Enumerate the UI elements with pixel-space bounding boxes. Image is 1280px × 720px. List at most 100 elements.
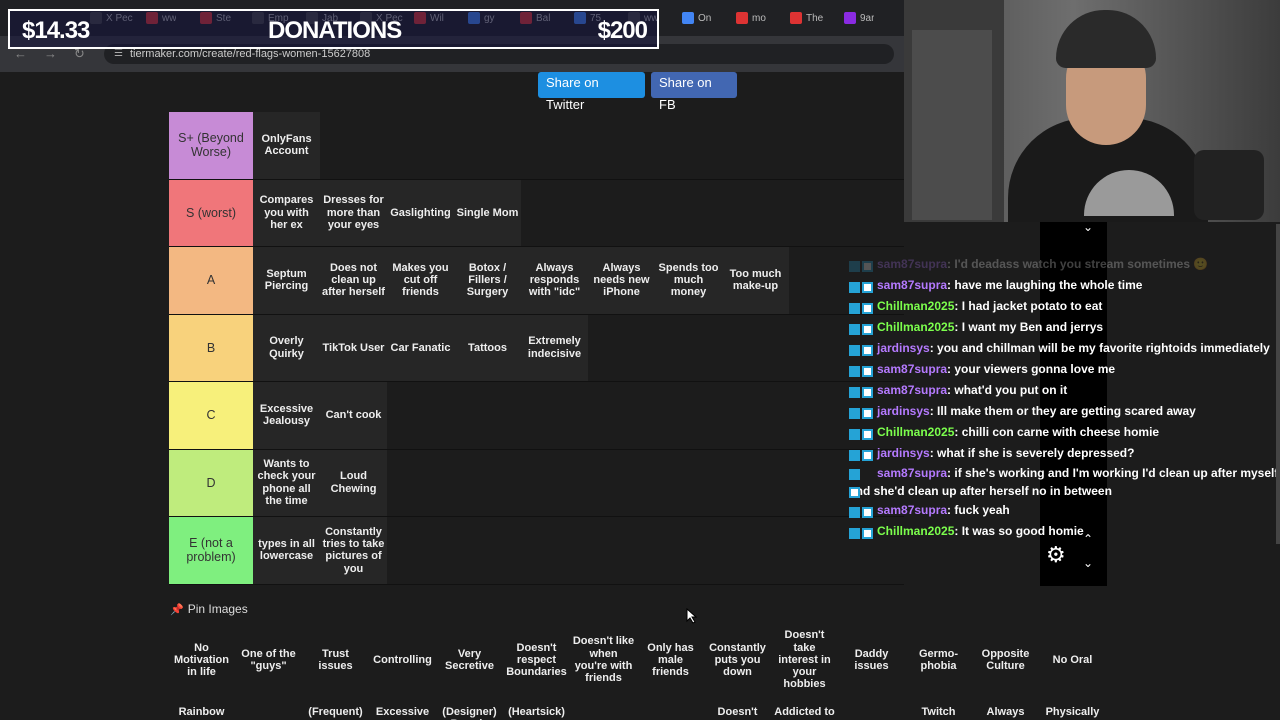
pool-item[interactable]: Controlling <box>369 624 436 696</box>
pool-item[interactable]: (Frequent) <box>302 704 369 720</box>
chat-username[interactable]: sam87supra <box>877 278 947 292</box>
tier-item[interactable]: OnlyFans Account <box>253 112 320 179</box>
tier-item[interactable]: Gaslighting <box>387 179 454 246</box>
tier-label[interactable]: C <box>169 382 253 449</box>
pool-item[interactable]: Very Secretive <box>436 624 503 696</box>
tier-label[interactable]: D <box>169 449 253 516</box>
pool-item[interactable]: Daddy issues <box>838 624 905 696</box>
pool-item[interactable]: Doesn't <box>704 704 771 720</box>
pool-item[interactable]: Doesn't take interest in your hobbies <box>771 624 838 696</box>
browser-tab[interactable]: mo <box>736 8 766 28</box>
pool-item[interactable] <box>570 704 637 720</box>
pool-item[interactable] <box>838 704 905 720</box>
chat-scrollbar[interactable] <box>1276 224 1280 544</box>
pool-item[interactable]: Always <box>972 704 1039 720</box>
tier-label[interactable]: S (worst) <box>169 179 253 246</box>
chat-badge-icon <box>849 363 873 378</box>
tab-favicon-icon <box>844 12 856 24</box>
pool-item[interactable]: Trust issues <box>302 624 369 696</box>
donation-title: DONATIONS <box>268 17 402 44</box>
chat-username[interactable]: Chillman2025 <box>877 320 954 334</box>
pool-item[interactable]: No Oral <box>1039 624 1106 696</box>
tier-item[interactable]: Always responds with "idc" <box>521 247 588 314</box>
tier-item[interactable]: Does not clean up after herself <box>320 247 387 314</box>
pool-item[interactable]: Doesn't respect Boundaries <box>503 624 570 696</box>
tier-item[interactable]: Septum Piercing <box>253 247 320 314</box>
tier-row-b: B Overly Quirky TikTok User Car Fanatic Tatt… <box>169 314 904 382</box>
pool-item[interactable]: Doesn't like when you're with friends <box>570 624 637 696</box>
chat-message: Chillman2025: I had jacket potato to eat <box>849 296 1280 317</box>
chat-text: : chilli con carne with cheese homie <box>954 425 1160 439</box>
chat-username[interactable]: Chillman2025 <box>877 299 954 313</box>
tier-label[interactable]: B <box>169 314 253 381</box>
chevron-up-icon[interactable]: ⌃ <box>1083 532 1093 546</box>
tier-label[interactable]: S+ (Beyond Worse) <box>169 112 253 179</box>
tier-item[interactable]: Overly Quirky <box>253 314 320 381</box>
pool-item[interactable]: No Motivation in life <box>168 624 235 696</box>
chevron-down-icon[interactable]: ⌄ <box>1083 556 1093 570</box>
share-twitter-button[interactable]: Share on Twitter <box>538 72 645 112</box>
chat-text: : have me laughing the whole time <box>947 278 1143 292</box>
chat-username[interactable]: jardinsys <box>877 446 930 460</box>
pool-item[interactable] <box>637 704 704 720</box>
tier-row-c: C Excessive Jealousy Can't cook <box>169 382 904 450</box>
tier-item[interactable]: Compares you with her ex <box>253 179 320 246</box>
tier-item[interactable]: Car Fanatic <box>387 314 454 381</box>
pool-item[interactable]: One of the "guys" <box>235 624 302 696</box>
tab-label: The <box>806 12 824 24</box>
chat-overlay: sam87supra: I'd deadass watch you stream… <box>849 254 1280 542</box>
tier-item[interactable]: Botox / Fillers / Surgery <box>454 247 521 314</box>
pool-item[interactable]: Germo-phobia <box>905 624 972 696</box>
chat-username[interactable]: sam87supra <box>877 257 947 271</box>
tier-item[interactable]: Always needs new iPhone <box>588 247 655 314</box>
chat-text: : I'd deadass watch you stream sometimes… <box>947 257 1209 271</box>
tier-item[interactable]: Loud Chewing <box>320 449 387 516</box>
pool-item[interactable]: Rainbow <box>168 704 235 720</box>
tier-item[interactable]: Too much make-up <box>722 247 789 314</box>
url-text: tiermaker.com/create/red-flags-women-156… <box>130 48 371 60</box>
browser-tab[interactable]: On <box>682 8 711 28</box>
pool-item[interactable]: Only has male friends <box>637 624 704 696</box>
gear-icon[interactable]: ⚙ <box>1046 542 1066 568</box>
tier-label[interactable]: A <box>169 247 253 314</box>
browser-tab[interactable]: The <box>790 8 823 28</box>
mouse-cursor-icon <box>686 608 698 624</box>
tier-item[interactable]: Extremely indecisive <box>521 314 588 381</box>
share-fb-button[interactable]: Share on FB <box>651 72 737 112</box>
tier-item[interactable]: Constantly tries to take pictures of you <box>320 517 387 584</box>
tab-favicon-icon <box>736 12 748 24</box>
pin-images-toggle[interactable]: 📌 Pin Images <box>170 602 248 616</box>
pool-item[interactable]: Twitch <box>905 704 972 720</box>
tier-item[interactable]: Single Mom <box>454 179 521 246</box>
browser-tab[interactable]: 9ar <box>844 8 874 28</box>
tier-item[interactable]: Tattoos <box>454 314 521 381</box>
tier-item[interactable]: Can't cook <box>320 382 387 449</box>
tier-item[interactable]: Makes you cut off friends <box>387 247 454 314</box>
pool-item[interactable]: Constantly puts you down <box>704 624 771 696</box>
chat-username[interactable]: sam87supra <box>877 383 947 397</box>
chat-username[interactable]: sam87supra <box>877 503 947 517</box>
chat-username[interactable]: sam87supra <box>877 362 947 376</box>
chat-username[interactable]: jardinsys <box>877 341 930 355</box>
chat-username[interactable]: Chillman2025 <box>877 425 954 439</box>
tier-label[interactable]: E (not a problem) <box>169 517 253 584</box>
pool-item[interactable]: Physically <box>1039 704 1106 720</box>
pool-item[interactable]: (Heartsick) <box>503 704 570 720</box>
microphone-arm <box>1194 150 1264 220</box>
chat-username[interactable]: sam87supra <box>877 466 947 480</box>
chat-username[interactable]: Chillman2025 <box>877 524 954 538</box>
pool-item[interactable] <box>235 704 302 720</box>
tier-item[interactable]: types in all lowercase <box>253 517 320 584</box>
pool-item[interactable]: Addicted to <box>771 704 838 720</box>
pool-item[interactable]: Opposite Culture <box>972 624 1039 696</box>
pool-item[interactable]: (Designer) Brands <box>436 704 503 720</box>
tier-item[interactable]: Spends too much money <box>655 247 722 314</box>
tier-item[interactable]: Dresses for more than your eyes <box>320 179 387 246</box>
chat-username[interactable]: jardinsys <box>877 404 930 418</box>
tier-item[interactable]: TikTok User <box>320 314 387 381</box>
pool-item[interactable]: Excessive <box>369 704 436 720</box>
tier-row-s-worst: S (worst) Compares you with her ex Dresses… <box>169 179 904 247</box>
tier-item[interactable]: Wants to check your phone all the time <box>253 449 320 516</box>
tier-item[interactable]: Excessive Jealousy <box>253 382 320 449</box>
chevron-down-icon[interactable]: ⌄ <box>1083 220 1093 234</box>
